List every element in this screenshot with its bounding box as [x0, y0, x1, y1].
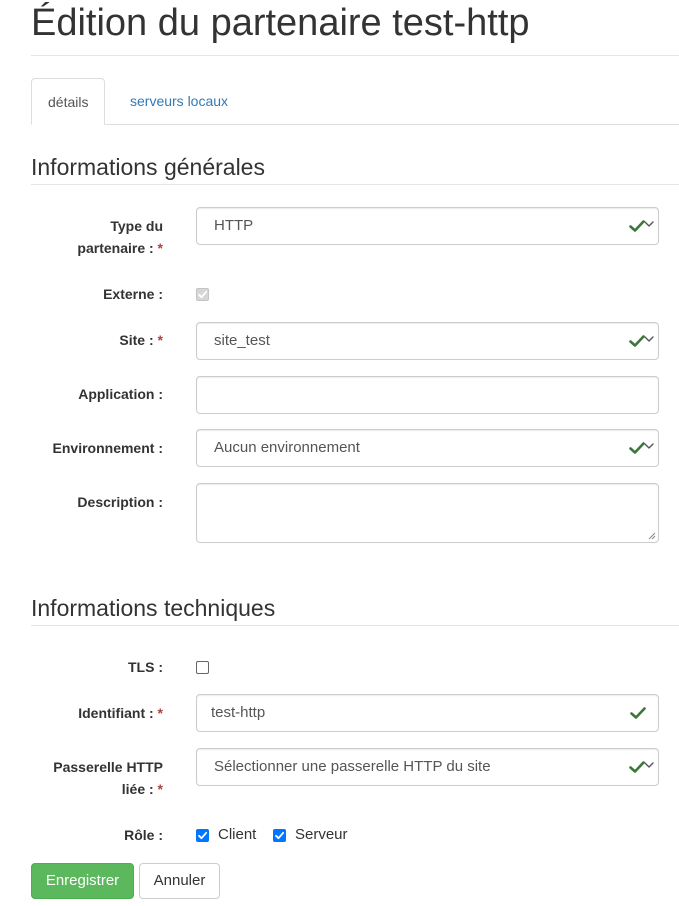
chevron-down-icon [644, 221, 654, 227]
tab-details[interactable]: détails [31, 78, 106, 125]
tab-bar: détails serveurs locaux [31, 78, 679, 125]
passerelle-label: Passerelle HTTP liée : * [53, 759, 163, 797]
checkmark-icon [196, 829, 209, 842]
type-partenaire-select[interactable]: HTTP [196, 207, 659, 245]
passerelle-select[interactable]: Sélectionner une passerelle HTTP du site [196, 748, 659, 786]
externe-checkbox [196, 288, 209, 301]
description-textarea[interactable] [196, 483, 659, 543]
application-label: Application : [78, 386, 163, 402]
required-marker: * [157, 781, 163, 797]
check-icon [629, 220, 645, 232]
check-icon [629, 442, 645, 454]
site-label: Site : * [119, 332, 163, 348]
identifiant-label: Identifiant : * [78, 705, 163, 721]
chevron-down-icon [644, 336, 654, 342]
checkmark-icon [273, 829, 286, 842]
save-button[interactable]: Enregistrer [31, 863, 134, 899]
resize-grip-icon[interactable] [648, 532, 656, 540]
tls-label: TLS : [128, 659, 163, 675]
chevron-down-icon [644, 443, 654, 449]
tls-checkbox[interactable] [196, 661, 209, 674]
chevron-down-icon [644, 762, 654, 768]
cancel-button[interactable]: Annuler [139, 863, 220, 899]
check-icon [630, 707, 646, 719]
role-serveur-label[interactable]: Serveur [295, 826, 348, 844]
tab-serveurs-locaux[interactable]: serveurs locaux [114, 78, 244, 124]
type-partenaire-label: Type du partenaire : * [77, 218, 163, 256]
environnement-select[interactable]: Aucun environnement [196, 429, 659, 467]
role-client-label[interactable]: Client [218, 826, 256, 844]
section-divider-technical [31, 625, 679, 626]
role-client-checkbox[interactable] [196, 829, 209, 842]
page-title: Édition du partenaire test-http [31, 2, 530, 44]
role-label: Rôle : [124, 827, 163, 843]
identifiant-input[interactable]: test-http [196, 694, 659, 732]
check-icon [629, 335, 645, 347]
externe-label: Externe : [103, 286, 163, 302]
required-marker: * [157, 705, 163, 721]
role-serveur-checkbox[interactable] [273, 829, 286, 842]
section-divider-general [31, 184, 679, 185]
section-title-technical: Informations techniques [31, 595, 276, 621]
description-label: Description : [77, 494, 163, 510]
environnement-label: Environnement : [52, 440, 163, 456]
application-input[interactable] [196, 376, 659, 414]
section-title-general: Informations générales [31, 154, 265, 180]
check-icon [629, 761, 645, 773]
required-marker: * [157, 240, 163, 256]
checkmark-icon [196, 288, 209, 301]
site-select[interactable]: site_test [196, 322, 659, 360]
required-marker: * [157, 332, 163, 348]
title-divider [31, 55, 679, 56]
